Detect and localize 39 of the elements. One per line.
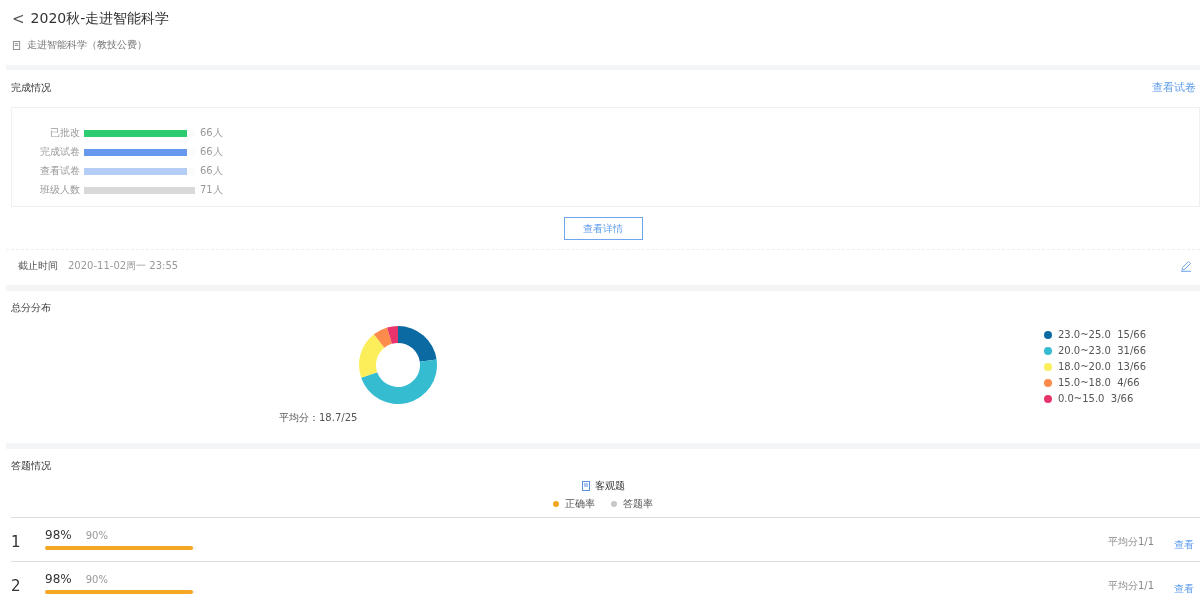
view-details-button[interactable]: 查看详情 — [563, 217, 643, 240]
bar-label: 已批改 — [49, 126, 80, 140]
section-title: 完成情况 — [11, 80, 51, 95]
legend-label: 0.0~15.0 3/66 — [1057, 393, 1134, 404]
legend-label: 答题率 — [623, 497, 653, 511]
view-paper-link[interactable]: 查看试卷 — [1152, 80, 1196, 95]
legend-label: 23.0~25.0 15/66 — [1057, 329, 1146, 340]
bar-value: 66人 — [200, 145, 223, 159]
edit-icon[interactable] — [1180, 260, 1192, 272]
average-score: 平均分：18.7/25 — [279, 411, 358, 425]
legend-label: 正确率 — [565, 497, 595, 511]
deadline-label: 截止时间 — [18, 259, 58, 273]
legend-label: 18.0~20.0 13/66 — [1057, 361, 1146, 372]
bar-value: 66人 — [200, 164, 223, 178]
view-link[interactable]: 查看 — [1174, 538, 1194, 552]
view-link[interactable]: 查看 — [1174, 582, 1194, 594]
page-title: 2020秋-走进智能科学 — [30, 10, 170, 28]
back-button[interactable]: < — [12, 10, 25, 28]
document-icon — [12, 40, 21, 50]
accuracy-rate: 98% — [45, 572, 72, 586]
question-number: 1 — [11, 532, 22, 551]
section-title: 答题情况 — [11, 459, 51, 473]
bar-label: 查看试卷 — [39, 164, 80, 178]
question-type: 客观题 — [595, 479, 625, 493]
answer-rate: 90% — [85, 574, 108, 585]
bar-label: 班级人数 — [39, 183, 80, 197]
course-name: 走进智能科学（教技公费） — [27, 38, 147, 52]
answer-rate: 90% — [85, 530, 108, 541]
document-icon — [581, 481, 591, 491]
bar-value: 66人 — [200, 126, 223, 140]
average-score: 平均分1/1 — [1107, 579, 1154, 593]
section-title: 总分分布 — [11, 301, 51, 315]
average-score: 平均分1/1 — [1107, 535, 1154, 549]
question-number: 2 — [11, 576, 22, 594]
bar-label: 完成试卷 — [39, 145, 80, 159]
bar-value: 71人 — [200, 183, 223, 197]
legend-label: 15.0~18.0 4/66 — [1057, 377, 1140, 388]
legend-label: 20.0~23.0 31/66 — [1057, 345, 1146, 356]
accuracy-rate: 98% — [45, 528, 72, 542]
